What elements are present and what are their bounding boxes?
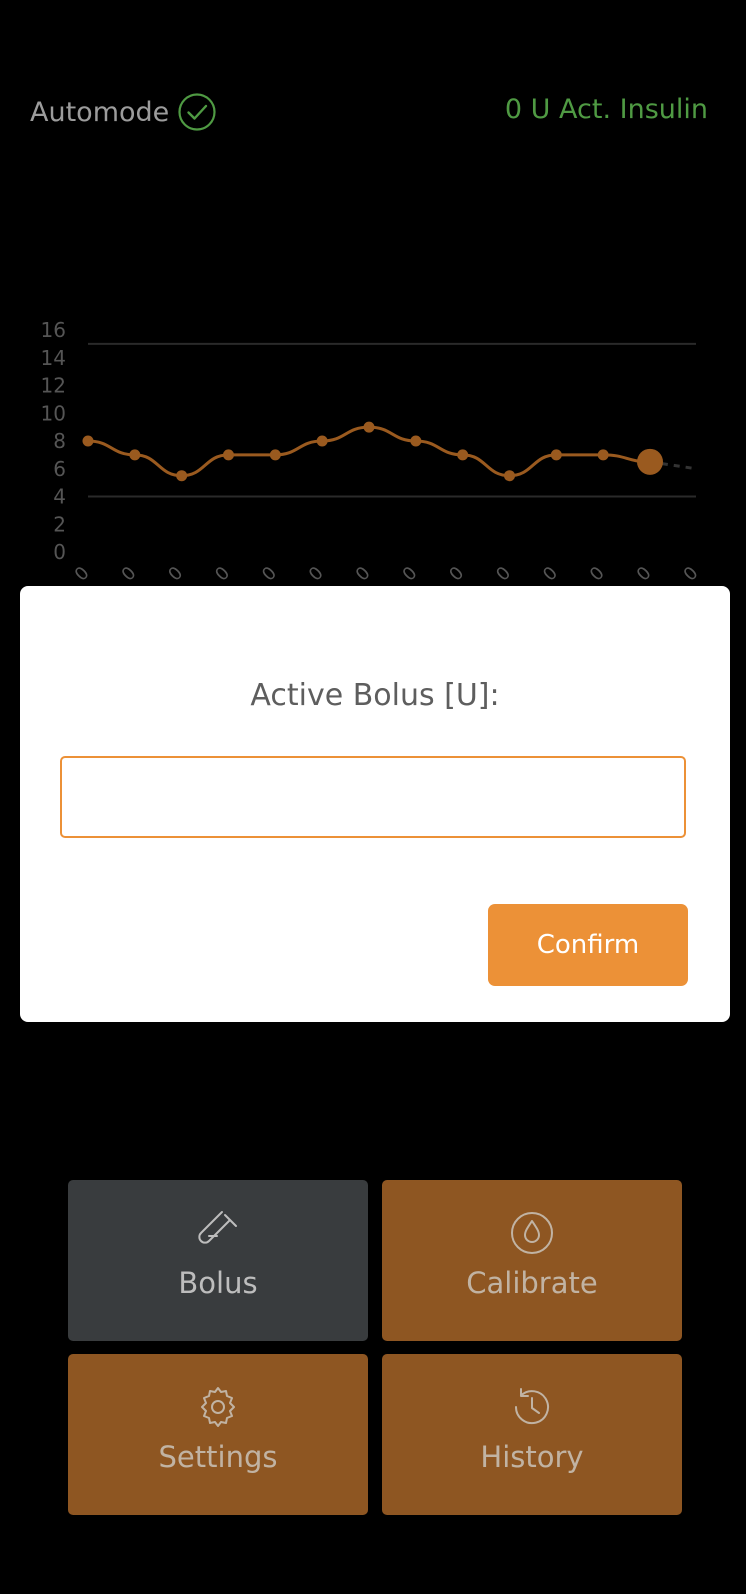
check-circle-icon <box>178 93 216 131</box>
y-tick-label: 2 <box>53 512 66 536</box>
x-tick-label: 0 <box>680 563 703 586</box>
y-tick-label: 16 <box>41 318 66 342</box>
settings-button[interactable]: Settings <box>68 1354 368 1515</box>
y-tick-label: 10 <box>41 401 66 425</box>
x-tick-label: 0 <box>633 563 656 586</box>
glucose-line <box>87 425 651 478</box>
x-tick-label: 0 <box>399 563 422 586</box>
data-point <box>129 449 141 461</box>
bolus-label: Bolus <box>178 1266 258 1300</box>
history-label: History <box>480 1440 584 1474</box>
x-tick-label: 0 <box>211 563 234 586</box>
calibrate-button[interactable]: Calibrate <box>382 1180 682 1341</box>
data-point <box>410 435 422 447</box>
y-tick-label: 6 <box>53 457 66 481</box>
glucose-chart: 16 14 12 10 8 6 4 2 0 0 0 0 0 0 0 0 0 0 0 0 0 0 0 <box>0 300 746 600</box>
data-point <box>597 449 609 461</box>
dialog-title: Active Bolus [U]: <box>250 678 500 713</box>
active-bolus-input[interactable] <box>60 756 686 838</box>
data-point <box>269 449 281 461</box>
data-point <box>504 470 515 482</box>
y-tick-label: 8 <box>53 429 66 453</box>
data-point <box>223 449 234 461</box>
x-tick-label: 0 <box>586 563 609 586</box>
confirm-button[interactable]: Confirm <box>488 904 688 986</box>
y-tick-label: 12 <box>41 374 66 398</box>
automode-indicator[interactable]: Automode <box>30 92 217 132</box>
x-tick-label: 0 <box>71 563 94 586</box>
water-drop-icon <box>511 1212 553 1254</box>
automode-label: Automode <box>30 96 170 128</box>
x-tick-label: 0 <box>258 563 281 586</box>
x-tick-label: 0 <box>445 563 468 586</box>
x-tick-label: 0 <box>492 563 515 586</box>
y-tick-label: 0 <box>53 540 66 564</box>
status-header: Automode 0 U Act. Insulin <box>0 0 746 180</box>
data-point <box>176 470 188 482</box>
x-tick-label: 0 <box>118 563 141 586</box>
data-point <box>457 449 469 461</box>
x-tick-label: 0 <box>352 563 375 586</box>
x-tick-label: 0 <box>164 563 187 586</box>
data-point <box>363 421 375 433</box>
x-tick-label: 0 <box>305 563 328 586</box>
current-reading-point <box>637 448 663 475</box>
y-tick-label: 4 <box>53 485 66 509</box>
test-tube-icon <box>198 1211 237 1244</box>
history-button[interactable]: History <box>382 1354 682 1515</box>
settings-label: Settings <box>158 1440 278 1474</box>
history-clock-icon <box>514 1388 549 1425</box>
bolus-button[interactable]: Bolus <box>68 1180 368 1341</box>
calibrate-label: Calibrate <box>466 1266 598 1300</box>
gear-icon <box>201 1387 235 1427</box>
y-tick-label: 14 <box>41 346 66 370</box>
active-insulin-readout: 0 U Act. Insulin <box>504 94 708 125</box>
glucose-chart-svg: 16141210864200 0 0 0 0 0 0 0 0 0 0 0 0 0 <box>41 318 703 586</box>
active-bolus-dialog: Active Bolus [U]: Confirm <box>20 586 730 1022</box>
data-point <box>316 435 328 447</box>
data-point <box>82 435 94 447</box>
x-tick-label: 0 <box>539 563 562 586</box>
data-point <box>550 449 562 461</box>
